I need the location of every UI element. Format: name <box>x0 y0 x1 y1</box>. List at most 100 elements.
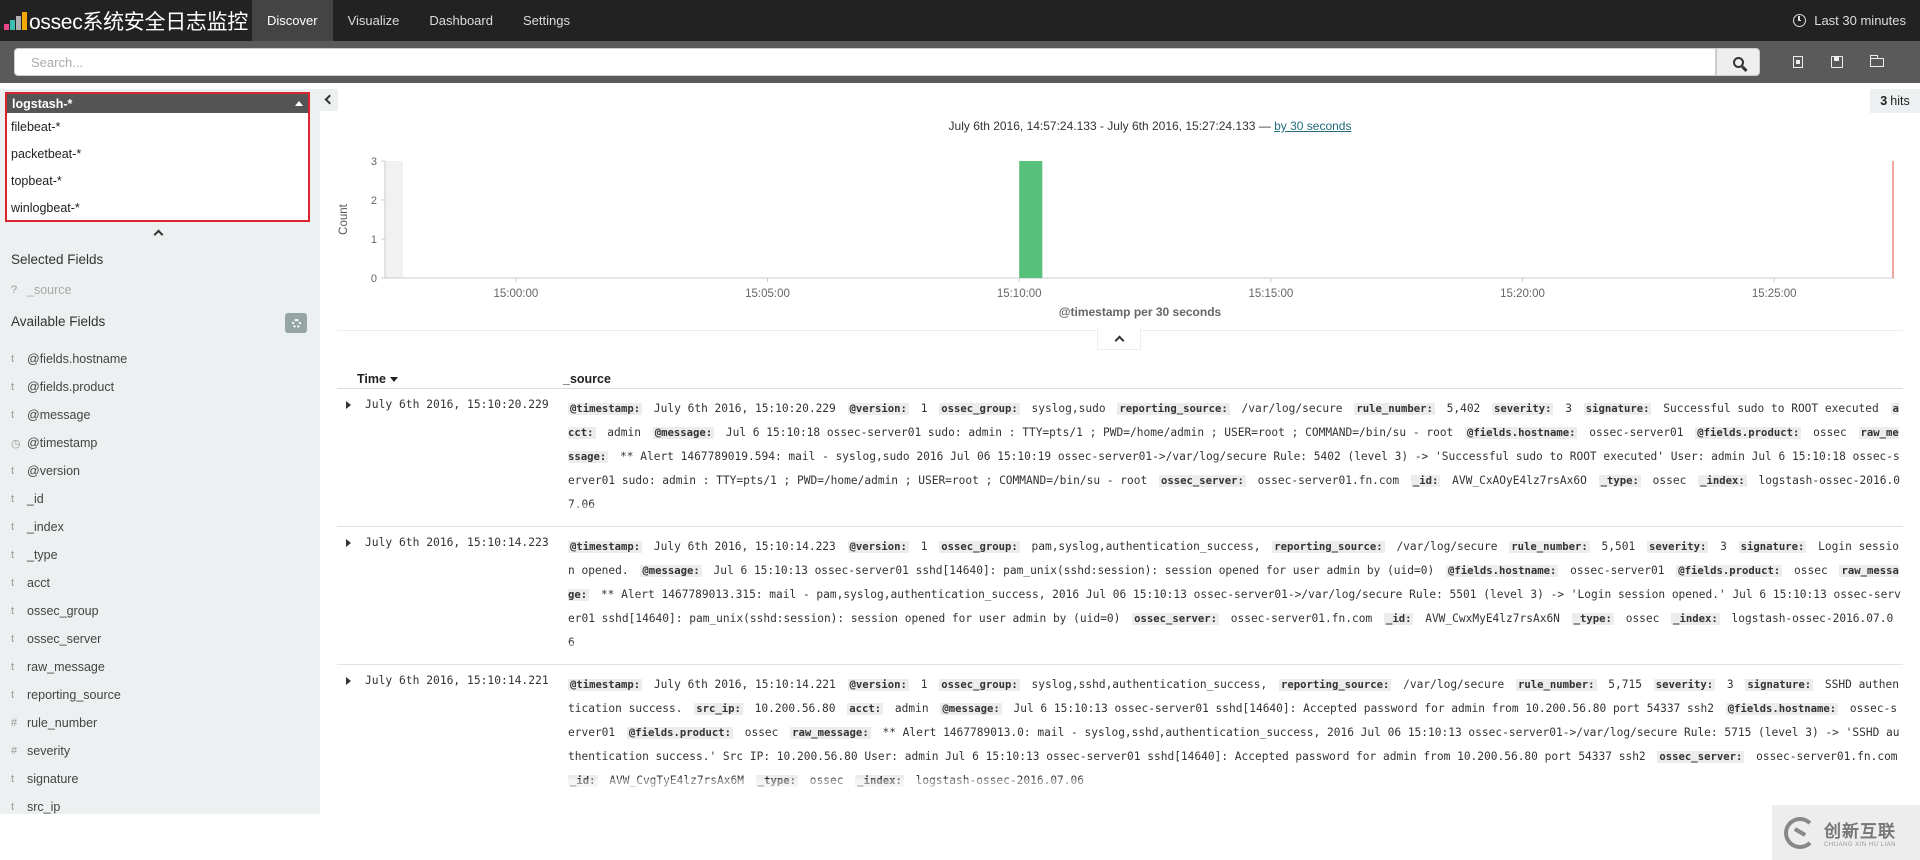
field-item[interactable]: t _type <box>11 548 58 562</box>
tab-dashboard[interactable]: Dashboard <box>414 0 508 41</box>
new-search-button[interactable] <box>1790 54 1806 70</box>
caret-up-icon <box>295 101 303 106</box>
index-pattern-option[interactable]: topbeat-* <box>7 167 308 194</box>
column-header-source: _source <box>563 372 611 386</box>
index-pattern-selected[interactable]: logstash-* <box>7 94 308 113</box>
field-value: July 6th 2016, 15:10:14.221 <box>653 678 836 691</box>
field-item[interactable]: # rule_number <box>11 716 97 730</box>
index-pattern-list: logstash-* filebeat-* packetbeat-* topbe… <box>5 92 310 222</box>
field-item[interactable]: t ossec_group <box>11 604 99 618</box>
field-name: @fields.product <box>27 380 115 394</box>
field-item[interactable]: t ossec_server <box>11 632 101 646</box>
search-input[interactable] <box>14 48 1716 76</box>
field-value: 1 <box>920 678 928 691</box>
tab-settings[interactable]: Settings <box>508 0 585 41</box>
field-key: ossec_server: <box>1132 613 1219 625</box>
field-item[interactable]: t reporting_source <box>11 688 121 702</box>
field-name: _type <box>27 548 58 562</box>
field-item[interactable]: t @version <box>11 464 80 478</box>
field-item[interactable]: t signature <box>11 772 78 786</box>
search-button[interactable] <box>1716 48 1760 76</box>
interval-link[interactable]: by 30 seconds <box>1274 119 1351 133</box>
field-key: reporting_source: <box>1278 679 1392 691</box>
field-item[interactable]: t raw_message <box>11 660 105 674</box>
field-key: @fields.product: <box>1695 427 1802 439</box>
field-item[interactable]: t @fields.product <box>11 380 114 394</box>
field-item[interactable]: t _index <box>11 520 64 534</box>
tab-discover[interactable]: Discover <box>252 0 333 41</box>
field-key: severity: <box>1646 541 1709 553</box>
column-header-time[interactable]: Time <box>357 372 398 386</box>
field-item[interactable]: t _id <box>11 492 44 506</box>
hits-counter: 3 hits <box>1870 89 1920 113</box>
tab-visualize[interactable]: Visualize <box>333 0 415 41</box>
brand[interactable]: ossec系统安全日志监控 <box>0 0 252 41</box>
folder-open-icon <box>1869 55 1884 67</box>
collapse-sidebar-button[interactable] <box>320 89 338 111</box>
index-pattern-option[interactable]: filebeat-* <box>7 113 308 140</box>
field-item[interactable]: t @message <box>11 408 90 422</box>
field-value: Jul 6 15:10:18 ossec-server01 sudo: admi… <box>725 426 1454 439</box>
time-range-summary: July 6th 2016, 14:57:24.133 - July 6th 2… <box>900 119 1400 133</box>
selected-field-source[interactable]: ? _source <box>11 283 71 297</box>
expand-row-caret-icon[interactable] <box>343 399 355 411</box>
clock-icon: ◷ <box>11 437 21 450</box>
field-key: signature: <box>1583 403 1652 415</box>
string-type-icon: t <box>11 661 15 673</box>
watermark-text: 创新互联 <box>1824 822 1896 841</box>
field-key: @message: <box>940 703 1002 715</box>
field-value: ossec <box>809 774 844 787</box>
selected-fields-title: Selected Fields <box>11 252 104 267</box>
x-tick-label: 15:10:00 <box>997 288 1042 300</box>
row-source: @timestamp: July 6th 2016, 15:10:20.229 … <box>568 397 1903 519</box>
number-type-icon: # <box>11 717 18 729</box>
field-sidebar: logstash-* filebeat-* packetbeat-* topbe… <box>0 89 320 814</box>
field-item[interactable]: t @fields.hostname <box>11 352 127 366</box>
unknown-type-icon: ? <box>11 284 18 296</box>
string-type-icon: t <box>11 605 15 617</box>
expand-row-caret-icon[interactable] <box>343 675 355 687</box>
save-search-button[interactable] <box>1829 54 1845 70</box>
field-value: ossec-server01 <box>1589 426 1684 439</box>
field-name: severity <box>27 744 71 758</box>
string-type-icon: t <box>11 353 15 365</box>
y-tick-label: 2 <box>371 195 377 207</box>
app-title: ossec系统安全日志监控 <box>29 10 248 34</box>
table-header-divider <box>337 388 1903 389</box>
open-search-button[interactable] <box>1869 54 1885 70</box>
field-item[interactable]: t acct <box>11 576 50 590</box>
partial-bucket-shade <box>385 161 403 278</box>
field-value: ossec <box>744 726 779 739</box>
index-pattern-selected-label: logstash-* <box>12 96 73 111</box>
field-settings-button[interactable] <box>285 313 307 333</box>
index-pattern-option[interactable]: packetbeat-* <box>7 140 308 167</box>
index-pattern-option[interactable]: winlogbeat-* <box>7 194 308 221</box>
time-picker-button[interactable]: Last 30 minutes <box>1793 13 1920 28</box>
hits-label: hits <box>1890 94 1910 108</box>
row-fade-overlay <box>568 505 1903 519</box>
field-key: ossec_group: <box>939 403 1020 415</box>
field-value: 3 <box>1565 402 1572 415</box>
watermark: 创新互联 CHUANG XIN HU LIAN <box>1772 805 1920 860</box>
field-key: @version: <box>847 679 909 691</box>
field-item[interactable]: ◷ @timestamp <box>11 436 97 450</box>
row-fade-overlay <box>568 643 1903 657</box>
field-key: ossec_server: <box>1159 475 1246 487</box>
field-value: AVW_CwxMyE4lz7rsAx6N <box>1425 612 1560 625</box>
field-item[interactable]: t src_ip <box>11 800 60 814</box>
expand-row-caret-icon[interactable] <box>343 537 355 549</box>
sort-desc-icon <box>389 376 398 382</box>
toggle-chart-button[interactable] <box>1097 328 1141 350</box>
string-type-icon: t <box>11 465 15 477</box>
watermark-subtext: CHUANG XIN HU LIAN <box>1824 842 1897 848</box>
field-value: Jul 6 15:10:13 ossec-server01 sshd[14640… <box>1013 702 1714 715</box>
field-item[interactable]: # severity <box>11 744 70 758</box>
field-value: admin <box>894 702 929 715</box>
kibana-logo-icon <box>4 11 27 30</box>
field-key: @message: <box>640 565 702 577</box>
field-key: raw_message: <box>790 727 871 739</box>
field-name: src_ip <box>27 800 61 814</box>
collapse-index-list-button[interactable] <box>153 227 165 240</box>
field-value: 1 <box>920 402 928 415</box>
field-name: @fields.hostname <box>27 352 128 366</box>
